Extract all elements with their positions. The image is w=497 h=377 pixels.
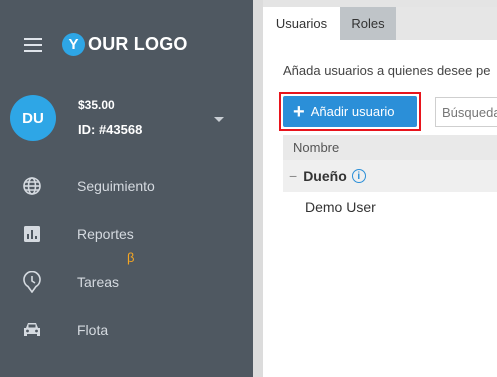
nav-label: Reportes xyxy=(77,226,134,242)
group-row-dueno[interactable]: − Dueño i xyxy=(283,160,497,192)
user-name: Demo User xyxy=(305,199,376,215)
search-input[interactable]: Búsqueda xyxy=(435,97,497,127)
account-balance: $35.00 xyxy=(78,98,115,112)
globe-icon xyxy=(22,176,42,196)
account-id: ID: #43568 xyxy=(78,122,143,137)
nav-label: Tareas xyxy=(77,274,120,290)
nav-item-reportes[interactable]: Reportes xyxy=(0,214,253,254)
car-icon xyxy=(22,320,42,340)
caret-down-icon[interactable] xyxy=(214,117,224,122)
collapse-icon[interactable]: − xyxy=(289,168,297,184)
plus-icon: + xyxy=(293,100,305,123)
tab-roles[interactable]: Roles xyxy=(340,7,396,40)
logo-text: OUR LOGO xyxy=(88,34,188,54)
nav-item-tareas[interactable]: Tareas β xyxy=(0,250,253,302)
nav-item-seguimiento[interactable]: Seguimiento xyxy=(0,166,253,206)
column-header-nombre[interactable]: Nombre xyxy=(283,135,497,160)
tab-usuarios[interactable]: Usuarios xyxy=(263,7,340,40)
logo: Y OUR LOGO xyxy=(62,33,188,56)
add-user-label: Añadir usuario xyxy=(310,104,395,119)
users-panel: Usuarios Roles Añada usuarios a quienes … xyxy=(263,7,497,377)
nav-label: Flota xyxy=(77,322,109,338)
beta-badge: β xyxy=(127,250,135,265)
list-body xyxy=(283,222,497,377)
sidebar: Y OUR LOGO DU $35.00 ID: #43568 Seguimie… xyxy=(0,0,253,377)
list-item[interactable]: Demo User xyxy=(283,192,497,222)
sidebar-divider xyxy=(253,0,263,377)
column-header-label: Nombre xyxy=(293,140,340,155)
instruction-text: Añada usuarios a quienes desee pe xyxy=(283,63,491,78)
add-user-button[interactable]: + Añadir usuario xyxy=(283,96,417,127)
search-placeholder: Búsqueda xyxy=(442,104,497,120)
menu-icon[interactable] xyxy=(24,38,42,52)
avatar[interactable]: DU xyxy=(10,95,56,141)
tab-bar: Usuarios Roles xyxy=(263,7,497,40)
clock-pin-icon xyxy=(22,271,42,293)
group-label: Dueño xyxy=(303,168,347,184)
logo-badge: Y xyxy=(62,33,85,56)
nav-item-flota[interactable]: Flota xyxy=(0,310,253,350)
info-icon[interactable]: i xyxy=(351,169,366,183)
bar-chart-icon xyxy=(22,224,42,244)
nav-label: Seguimiento xyxy=(77,178,155,194)
